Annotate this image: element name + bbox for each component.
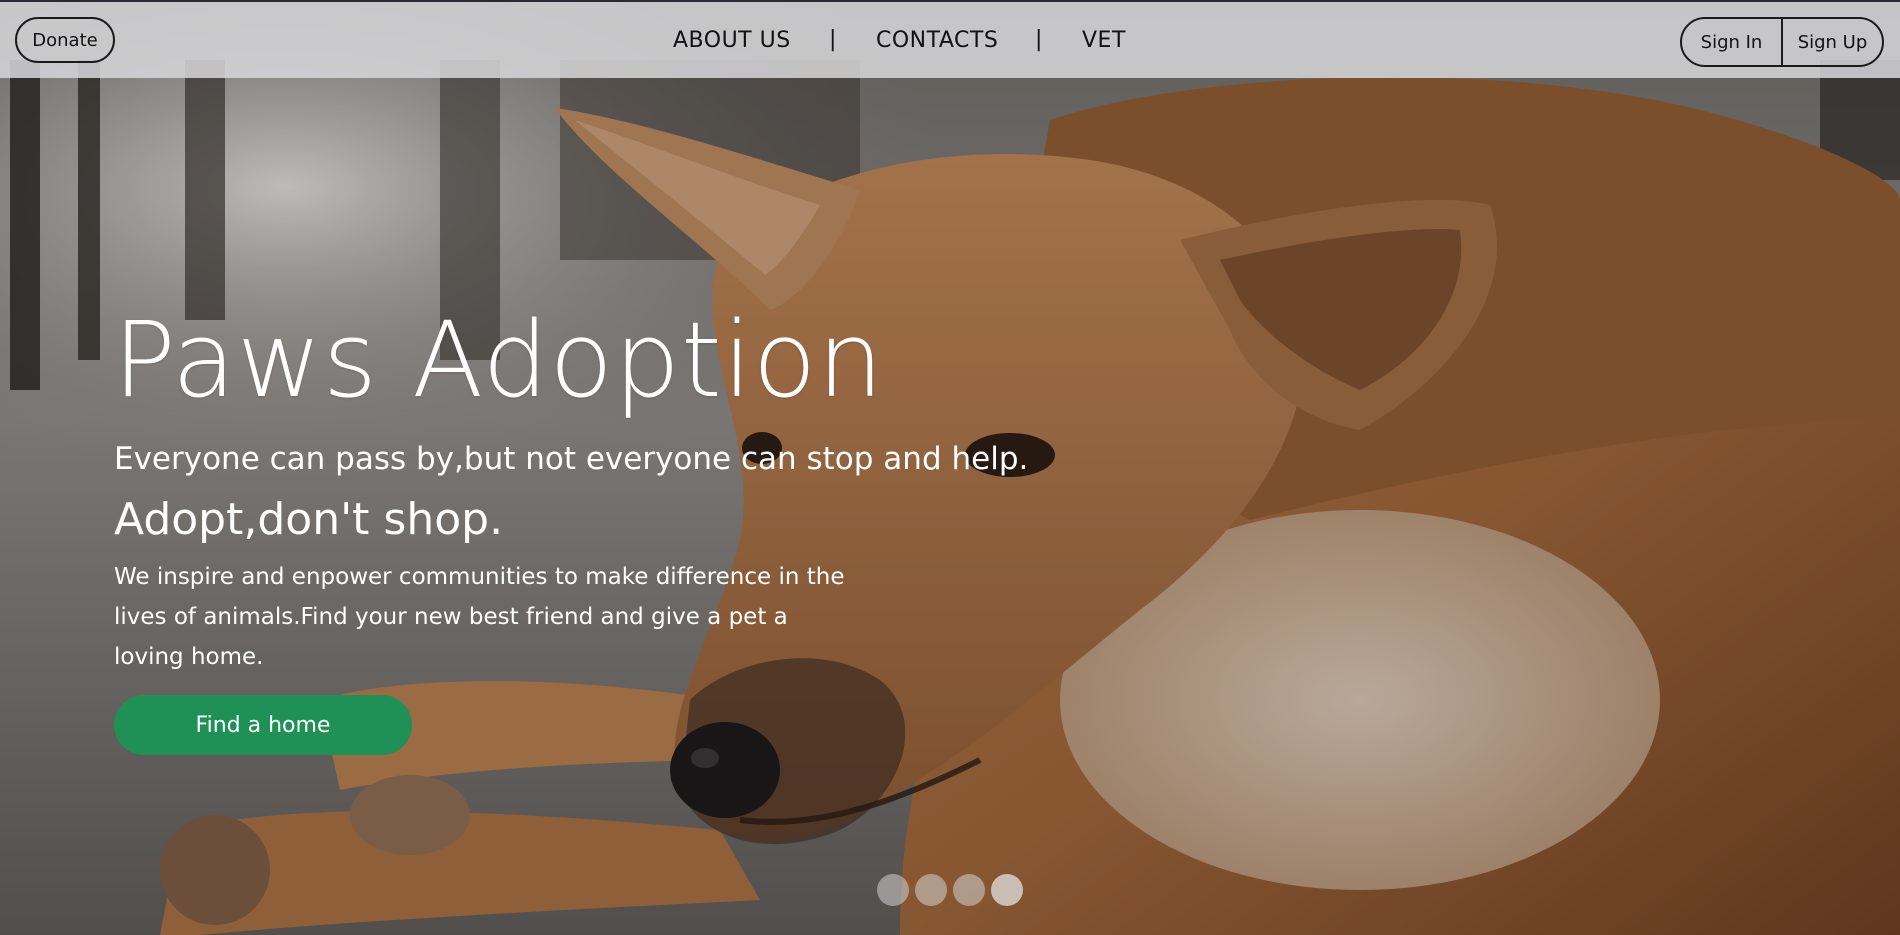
landing-page: Donate ABOUT US | CONTACTS | VET Sign In… bbox=[0, 0, 1900, 935]
nav-link-contacts[interactable]: CONTACTS bbox=[876, 28, 998, 53]
carousel-dot[interactable] bbox=[953, 874, 985, 906]
nav-links: ABOUT US | CONTACTS | VET bbox=[0, 2, 1900, 80]
hero-subtitle: Everyone can pass by,but not everyone ca… bbox=[114, 441, 1029, 477]
nav-link-about-us[interactable]: ABOUT US bbox=[673, 28, 791, 53]
top-navbar: Donate ABOUT US | CONTACTS | VET Sign In… bbox=[0, 0, 1900, 78]
carousel-indicators bbox=[877, 874, 1023, 906]
nav-separator: | bbox=[1035, 27, 1043, 52]
carousel-dot[interactable] bbox=[877, 874, 909, 906]
hero-tagline: Adopt,don't shop. bbox=[114, 494, 504, 545]
hero-title: Paws Adoption bbox=[113, 299, 885, 421]
hero-description: We inspire and enpower communities to ma… bbox=[114, 564, 845, 670]
nav-link-vet[interactable]: VET bbox=[1082, 28, 1126, 53]
sign-in-button[interactable]: Sign In bbox=[1682, 19, 1781, 65]
find-a-home-button[interactable]: Find a home bbox=[114, 695, 412, 755]
nav-separator: | bbox=[829, 27, 837, 52]
carousel-dot-active[interactable] bbox=[991, 874, 1023, 906]
carousel-dot[interactable] bbox=[915, 874, 947, 906]
auth-buttons: Sign In Sign Up bbox=[1680, 17, 1884, 67]
sign-up-button[interactable]: Sign Up bbox=[1783, 19, 1882, 65]
